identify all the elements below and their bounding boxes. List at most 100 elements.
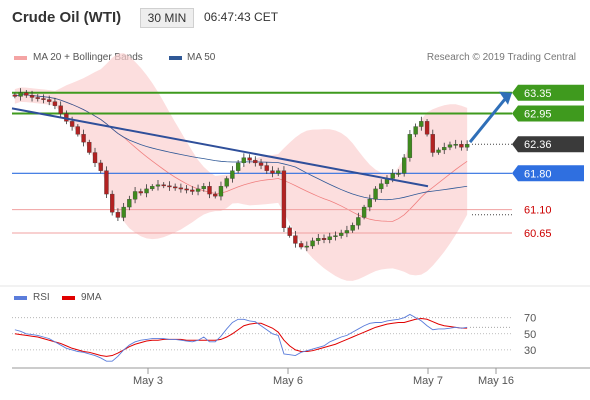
candle-body [115, 212, 121, 218]
candle [424, 118, 430, 137]
candle-body [150, 186, 155, 190]
candle-body [184, 188, 189, 191]
candle-body [190, 189, 195, 192]
rsi-level-label: 50 [524, 329, 536, 341]
level-label-61.80: 61.80 [524, 168, 552, 180]
candle-body [373, 188, 378, 200]
candle-body [436, 149, 441, 153]
level-label-62.95: 62.95 [524, 109, 552, 121]
candle-body [12, 94, 18, 97]
x-tick-label: May 7 [413, 375, 443, 387]
candle-body [459, 144, 464, 148]
candle [87, 139, 92, 155]
candle-body [298, 243, 304, 248]
candle-body [218, 186, 224, 197]
candle-body [69, 121, 75, 127]
candle-body [367, 199, 372, 208]
candle-body [339, 232, 344, 236]
candle-body [281, 170, 287, 228]
candle-body [407, 134, 413, 158]
candle-body [424, 121, 430, 135]
candle-body [327, 236, 332, 240]
rsi-level-label: 70 [524, 313, 536, 325]
candle-body [121, 206, 126, 218]
candle-body [87, 141, 92, 153]
candle-body [402, 157, 407, 174]
candle-body [138, 191, 143, 194]
candle-body [47, 99, 52, 102]
candle [407, 129, 413, 162]
candle-body [270, 170, 275, 174]
candle-body [361, 206, 367, 218]
candle-body [413, 126, 418, 135]
x-tick-label: May 3 [133, 375, 163, 387]
candle [104, 166, 109, 199]
candle-body [173, 186, 178, 189]
candle [110, 190, 115, 216]
level-label-63.35: 63.35 [524, 88, 552, 100]
rsi-line [14, 313, 468, 362]
bollinger-band-area [14, 53, 468, 281]
candle-body [213, 193, 218, 197]
price-chart: 63.35 62.95 62.36 61.80 61.10 60.65 70 50 30 May … [0, 53, 590, 387]
candle-body [235, 162, 241, 171]
candle-body [390, 173, 395, 179]
candle-body [293, 235, 298, 244]
candle-body [207, 186, 212, 195]
candle-body [230, 170, 235, 179]
candle-body [75, 126, 80, 135]
candle-body [419, 121, 424, 127]
candle-body [195, 188, 201, 192]
candle-body [92, 152, 98, 164]
candle [361, 204, 367, 220]
candle-body [167, 185, 172, 188]
candle-body [304, 245, 309, 248]
candle-body [258, 162, 264, 166]
level-label-60.65: 60.65 [524, 228, 552, 240]
candle-body [155, 184, 161, 187]
candle-body [201, 186, 206, 190]
candle-body [52, 101, 58, 106]
candle-body [241, 157, 247, 164]
candle-body [110, 193, 115, 213]
candle [281, 166, 287, 233]
candle-body [447, 144, 453, 148]
candle-body [144, 188, 149, 194]
candle-body [430, 134, 435, 153]
candle-body [178, 187, 184, 190]
rsi-level-label: 30 [524, 345, 536, 357]
forecast-arrow-shaft [468, 96, 508, 144]
candle-body [224, 178, 229, 187]
candle [287, 225, 292, 238]
candle-body [287, 227, 292, 236]
candle-body [464, 144, 470, 148]
candle-body [396, 173, 401, 175]
candle-body [29, 95, 35, 98]
candle-body [98, 162, 103, 171]
x-tick-label: May 6 [273, 375, 303, 387]
candle-body [321, 238, 327, 240]
candle-body [81, 134, 86, 143]
candle-body [344, 230, 350, 234]
candle-body [18, 92, 23, 97]
candle-body [104, 170, 109, 195]
x-tick-label: May 16 [478, 375, 514, 387]
candle-body [58, 105, 63, 114]
trendline [11, 107, 429, 188]
candle-body [333, 235, 338, 237]
candle-body [350, 225, 355, 231]
candle-body [379, 183, 384, 190]
candle-body [24, 92, 29, 96]
candle-body [161, 184, 166, 187]
candle-body [264, 165, 269, 171]
candle-body [247, 157, 252, 161]
candle-body [276, 170, 281, 174]
candle-body [253, 160, 258, 164]
candle-body [132, 191, 138, 200]
candle-body [453, 144, 458, 146]
candle-body [442, 147, 447, 151]
candle-body [356, 217, 361, 226]
candle-body [310, 240, 315, 247]
candle-body [35, 97, 40, 99]
candle-body [41, 98, 46, 100]
